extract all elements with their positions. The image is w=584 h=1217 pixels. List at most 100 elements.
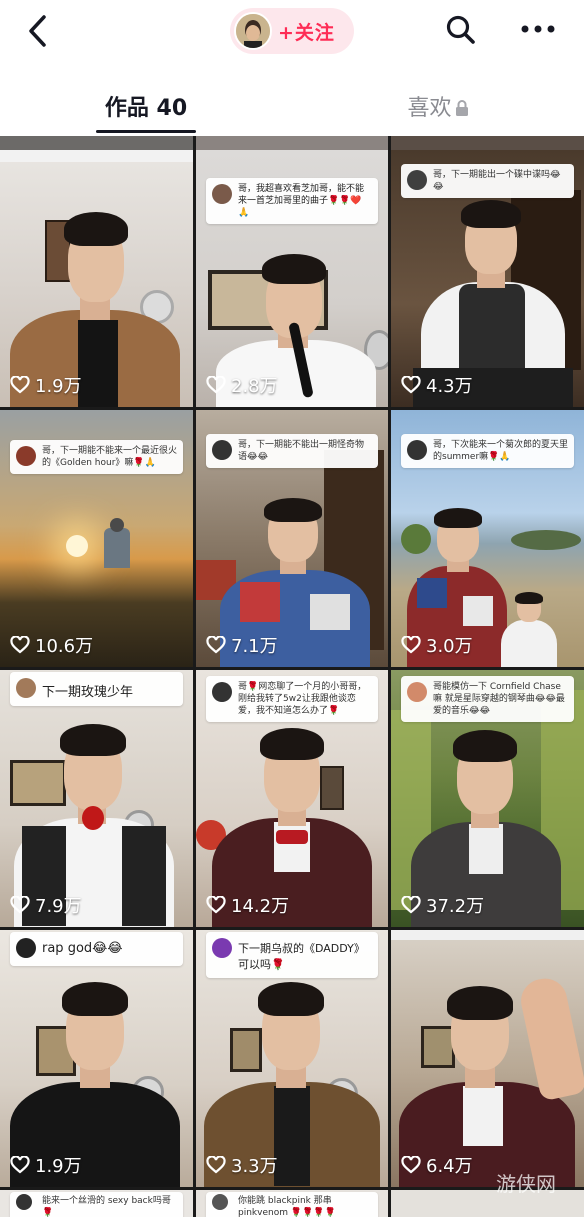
comment-text: 哥，下一期能出一个碟中谍吗😂😂: [433, 170, 561, 192]
tab-likes-label-wrap: 喜欢: [292, 90, 584, 122]
heart-icon: [10, 1156, 30, 1174]
commenter-avatar: [212, 184, 232, 204]
comment-bubble: 哥能模仿一下 Cornfield Chase嘛 就是星际穿越的钢琴曲😂😂最爱的音…: [401, 676, 574, 722]
video-tile[interactable]: 哥🌹网恋聊了一个月的小哥哥，刚给我转了5w2让我跟他谈恋爱，我不知道怎么办了🌹 …: [196, 670, 388, 927]
heart-icon: [206, 896, 226, 914]
comment-text: 下一期玫瑰少年: [42, 685, 134, 700]
avatar[interactable]: [234, 12, 272, 50]
like-count: 10.6万: [10, 633, 93, 657]
video-tile[interactable]: 6.4万: [391, 930, 584, 1187]
like-count-value: 2.8万: [231, 376, 278, 397]
commenter-avatar: [212, 440, 232, 460]
video-tile[interactable]: 能来一个丝滑的 sexy back吗哥🌹: [0, 1190, 193, 1217]
comment-text: 哥，我超喜欢看芝加哥，能不能来一首芝加哥里的曲子🌹🌹❤️🙏: [238, 184, 365, 218]
back-button[interactable]: [22, 12, 56, 50]
video-tile[interactable]: 哥，下次能来一个菊次郎的夏天里的summer嘛🌹🙏 3.0万: [391, 410, 584, 667]
comment-text: 哥，下一期能不能出一期怪奇物语😂😂: [238, 440, 365, 462]
like-count: 7.9万: [10, 893, 82, 917]
comment-text: 哥，下一期能不能来一个最近很火的《Golden hour》嘛🌹🙏: [42, 446, 177, 468]
commenter-avatar: [212, 938, 232, 958]
comment-text: 哥，下次能来一个菊次郎的夏天里的summer嘛🌹🙏: [433, 440, 568, 462]
top-bar: +关注: [0, 0, 584, 64]
video-tile[interactable]: 哥能模仿一下 Cornfield Chase嘛 就是星际穿越的钢琴曲😂😂最爱的音…: [391, 670, 584, 927]
comment-bubble: 哥，下一期能不能出一期怪奇物语😂😂: [206, 434, 378, 468]
comment-text: 哥能模仿一下 Cornfield Chase嘛 就是星际穿越的钢琴曲😂😂最爱的音…: [433, 682, 565, 716]
like-count-value: 6.4万: [426, 1156, 473, 1177]
video-tile[interactable]: 哥，我超喜欢看芝加哥，能不能来一首芝加哥里的曲子🌹🌹❤️🙏 2.8万: [196, 150, 388, 407]
more-button[interactable]: [518, 17, 558, 41]
heart-icon: [10, 376, 30, 394]
comment-bubble: rap god😂😂: [10, 932, 183, 966]
follow-label[interactable]: +关注: [278, 18, 335, 45]
like-count: 6.4万: [401, 1153, 473, 1177]
heart-icon: [401, 376, 421, 394]
like-count: 37.2万: [401, 893, 484, 917]
person-figure: [501, 592, 557, 667]
comment-bubble: 哥，我超喜欢看芝加哥，能不能来一首芝加哥里的曲子🌹🌹❤️🙏: [206, 178, 378, 224]
video-tile[interactable]: rap god😂😂 1.9万: [0, 930, 193, 1187]
video-tile[interactable]: 哥，下一期能出一个碟中谍吗😂😂 4.3万: [391, 150, 584, 407]
comment-bubble: 你能跳 blackpink 那串 pinkvenom 🌹🌹🌹🌹: [206, 1192, 378, 1217]
search-button[interactable]: [444, 13, 478, 47]
comment-text: 能来一个丝滑的 sexy back吗哥🌹: [42, 1196, 171, 1217]
like-count: 3.3万: [206, 1153, 278, 1177]
commenter-avatar: [16, 1194, 32, 1210]
tab-works[interactable]: 作品 40: [0, 64, 292, 136]
heart-icon: [401, 636, 421, 654]
commenter-avatar: [16, 938, 36, 958]
commenter-avatar: [407, 682, 427, 702]
heart-icon: [10, 896, 30, 914]
like-count: 14.2万: [206, 893, 289, 917]
lock-icon: [455, 100, 468, 116]
comment-bubble: 下一期玫瑰少年: [10, 672, 183, 706]
tab-likes[interactable]: 喜欢: [292, 64, 584, 136]
watermark: 游侠网: [496, 1172, 556, 1196]
like-count-value: 1.9万: [35, 1156, 82, 1177]
like-count: 3.0万: [401, 633, 473, 657]
commenter-avatar: [16, 446, 36, 466]
video-tile[interactable]: 哥，下一期能不能来一个最近很火的《Golden hour》嘛🌹🙏 10.6万: [0, 410, 193, 667]
video-tile[interactable]: 哥，下一期能不能出一期怪奇物语😂😂 7.1万: [196, 410, 388, 667]
tab-works-label: 作品 40: [104, 96, 188, 121]
profile-tabs: 作品 40 喜欢: [0, 64, 584, 136]
comment-text: 哥🌹网恋聊了一个月的小哥哥，刚给我转了5w2让我跟他谈恋爱，我不知道怎么办了🌹: [238, 682, 367, 716]
comment-bubble: 哥🌹网恋聊了一个月的小哥哥，刚给我转了5w2让我跟他谈恋爱，我不知道怎么办了🌹: [206, 676, 378, 722]
more-dots-icon: [521, 25, 555, 33]
comment-bubble: 哥，下次能来一个菊次郎的夏天里的summer嘛🌹🙏: [401, 434, 574, 468]
like-count: 4.3万: [401, 373, 473, 397]
comment-bubble: 能来一个丝滑的 sexy back吗哥🌹: [10, 1192, 183, 1217]
heart-icon: [206, 636, 226, 654]
comment-text: 你能跳 blackpink 那串 pinkvenom 🌹🌹🌹🌹: [238, 1196, 336, 1217]
heart-icon: [206, 376, 226, 394]
like-count-value: 1.9万: [35, 376, 82, 397]
video-tile[interactable]: 下一期玫瑰少年 7.9万: [0, 670, 193, 927]
comment-bubble: 哥，下一期能不能来一个最近很火的《Golden hour》嘛🌹🙏: [10, 440, 183, 474]
heart-icon: [401, 896, 421, 914]
like-count: 2.8万: [206, 373, 278, 397]
comment-bubble: 哥，下一期能出一个碟中谍吗😂😂: [401, 164, 574, 198]
like-count-value: 3.0万: [426, 636, 473, 657]
heart-icon: [206, 1156, 226, 1174]
like-count-value: 4.3万: [426, 376, 473, 397]
video-tile[interactable]: 你能跳 blackpink 那串 pinkvenom 🌹🌹🌹🌹: [196, 1190, 388, 1217]
video-tile[interactable]: 1.9万: [0, 150, 193, 407]
video-tile[interactable]: 下一期乌叔的《DADDY》可以吗🌹 3.3万: [196, 930, 388, 1187]
video-grid: 1.9万 哥，我超喜欢看芝加哥，能不能来一首芝加哥里的曲子🌹🌹❤️🙏 2.8万 …: [0, 136, 584, 1217]
like-count-value: 10.6万: [35, 636, 94, 657]
like-count: 7.1万: [206, 633, 278, 657]
comment-text: 下一期乌叔的《DADDY》可以吗🌹: [238, 942, 365, 971]
like-count: 1.9万: [10, 1153, 82, 1177]
commenter-avatar: [407, 440, 427, 460]
previous-row-strip: [0, 136, 584, 150]
like-count: 1.9万: [10, 373, 82, 397]
comment-text: rap god😂😂: [42, 941, 123, 956]
search-icon: [446, 15, 475, 44]
chevron-left-icon: [29, 15, 46, 47]
commenter-avatar: [407, 170, 427, 190]
like-count-value: 3.3万: [231, 1156, 278, 1177]
tab-active-indicator: [96, 130, 196, 133]
tab-likes-label: 喜欢: [407, 96, 452, 121]
like-count-value: 7.9万: [35, 896, 82, 917]
like-count-value: 37.2万: [426, 896, 485, 917]
heart-icon: [10, 636, 30, 654]
